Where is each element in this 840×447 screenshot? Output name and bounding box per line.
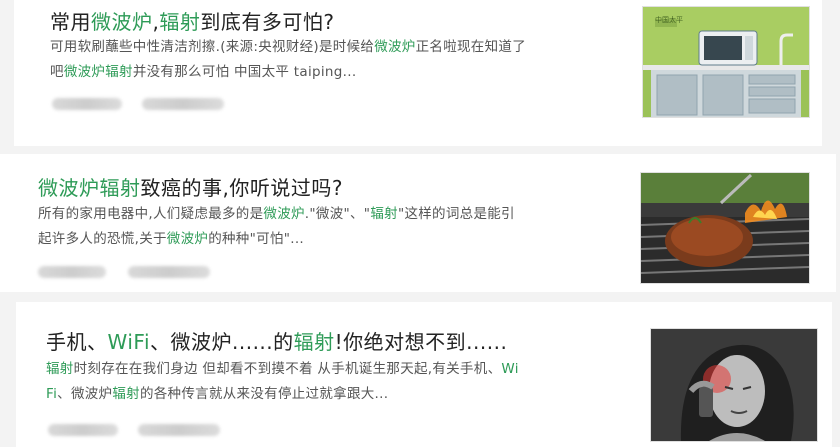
text-run: 时刻存在在我们身边 但却看不到摸不着 从手机诞生那天起,有关手机、 [73, 361, 502, 377]
highlighted-keyword: 微波炉 [91, 10, 153, 34]
text-run: 致癌的事,你听说过吗? [140, 176, 343, 200]
text-run: 吧 [50, 64, 64, 80]
highlighted-keyword: 辐射 [46, 361, 74, 377]
article-title-3[interactable]: 手机、WiFi、微波炉......的辐射!你绝对想不到...... [46, 326, 507, 355]
article-thumbnail-3[interactable] [650, 328, 818, 442]
text-run: ."微波"、" [304, 206, 371, 222]
snippet-line: 可用软刷蘸些中性清洁剂擦.(来源:央视财经)是时候给微波炉正名啦现在知道了 [50, 35, 630, 60]
snippet-line: 吧微波炉辐射并没有那么可怕 中国太平 taiping... [50, 60, 630, 85]
highlighted-keyword: 辐射 [159, 10, 201, 34]
highlighted-keyword: 微波炉 [166, 231, 209, 247]
highlighted-keyword: 辐射 [112, 386, 140, 402]
snippet-line: 起许多人的恐慌,关于微波炉的种种"可怕"... [38, 227, 628, 252]
text-run: 的各种传言就从来没有停止过就拿跟大... [139, 386, 389, 402]
article-snippet-2: 所有的家用电器中,人们疑虑最多的是微波炉."微波"、"辐射"这样的词总是能引 起… [38, 202, 628, 252]
article-title-2[interactable]: 微波炉辐射致癌的事,你听说过吗? [38, 172, 343, 201]
text-run: 到底有多可怕? [200, 10, 335, 34]
highlighted-keyword: Wi [501, 361, 519, 377]
text-run: 起许多人的恐慌,关于 [38, 231, 167, 247]
woman-on-phone-headache-image [651, 329, 817, 441]
text-run: 所有的家用电器中,人们疑虑最多的是 [38, 206, 264, 222]
article-card-1[interactable]: 常用微波炉,辐射到底有多可怕? 可用软刷蘸些中性清洁剂擦.(来源:央视财经)是时… [14, 0, 822, 146]
text-run: 可用软刷蘸些中性清洁剂擦.(来源:央视财经)是时候给 [50, 39, 375, 55]
text-run: "这样的词总是能引 [397, 206, 515, 222]
date-blurred [142, 98, 224, 110]
highlighted-keyword: Fi [46, 386, 58, 402]
source-blurred [52, 98, 122, 110]
article-snippet-3: 辐射时刻存在在我们身边 但却看不到摸不着 从手机诞生那天起,有关手机、Wi Fi… [46, 357, 636, 407]
text-run: 、微波炉......的 [150, 330, 294, 354]
source-blurred [48, 424, 118, 436]
snippet-line: 所有的家用电器中,人们疑虑最多的是微波炉."微波"、"辐射"这样的词总是能引 [38, 202, 628, 227]
date-blurred [138, 424, 220, 436]
article-snippet-1: 可用软刷蘸些中性清洁剂擦.(来源:央视财经)是时候给微波炉正名啦现在知道了 吧微… [50, 35, 630, 85]
date-blurred [128, 266, 210, 278]
snippet-line: 辐射时刻存在在我们身边 但却看不到摸不着 从手机诞生那天起,有关手机、Wi [46, 357, 636, 382]
text-run: 手机、 [46, 330, 108, 354]
snippet-line: Fi、微波炉辐射的各种传言就从来没有停止过就拿跟大... [46, 382, 636, 407]
article-title-1[interactable]: 常用微波炉,辐射到底有多可怕? [50, 6, 334, 35]
highlighted-keyword: 辐射 [293, 330, 335, 354]
source-blurred [38, 266, 106, 278]
text-run: 、微波炉 [57, 386, 113, 402]
text-run: 常用 [50, 10, 91, 34]
grilled-steak-image [641, 173, 809, 283]
article-card-3[interactable]: 手机、WiFi、微波炉......的辐射!你绝对想不到...... 辐射时刻存在… [16, 302, 832, 447]
article-thumbnail-2[interactable] [640, 172, 810, 284]
text-run: 并没有那么可怕 中国太平 taiping... [132, 64, 357, 80]
article-card-2[interactable]: 微波炉辐射致癌的事,你听说过吗? 所有的家用电器中,人们疑虑最多的是微波炉."微… [0, 154, 836, 292]
highlighted-keyword: 辐射 [370, 206, 398, 222]
highlighted-keyword: 微波炉 [374, 39, 416, 55]
highlighted-keyword: 微波炉辐射 [38, 176, 141, 200]
text-run: 的种种"可怕"... [208, 231, 304, 247]
article-thumbnail-1[interactable]: 中国太平 [642, 6, 810, 118]
text-run: 正名啦现在知道了 [415, 39, 526, 55]
highlighted-keyword: 微波炉辐射 [63, 64, 133, 80]
highlighted-keyword: WiFi [107, 330, 150, 354]
highlighted-keyword: 微波炉 [263, 206, 305, 222]
thumb-caption-1: 中国太平 [655, 16, 683, 24]
text-run: !你绝对想不到...... [334, 330, 508, 354]
